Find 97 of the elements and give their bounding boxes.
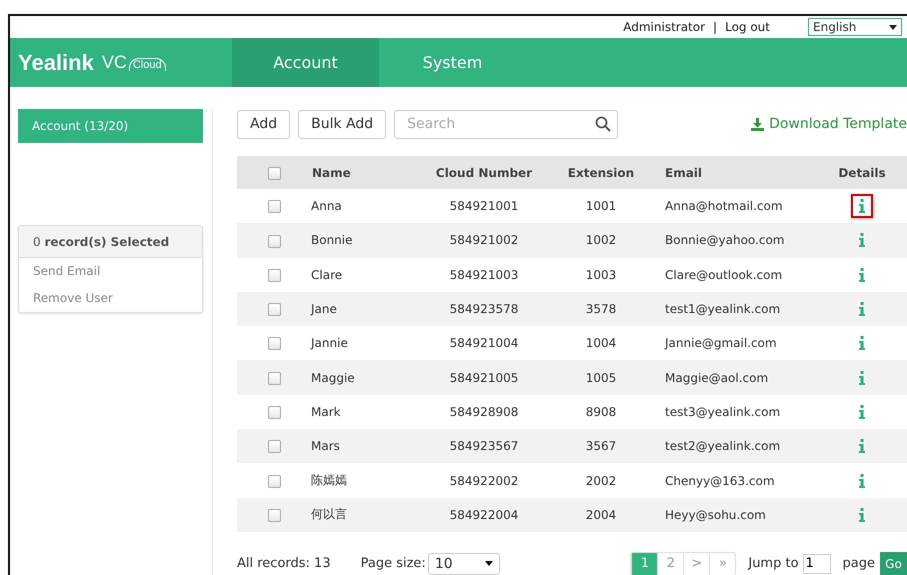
toolbar-button[interactable]: Add [237,110,290,138]
page-button[interactable]: 2 [657,552,684,575]
sidebar-item[interactable]: Account (13/20) [18,109,203,143]
table-cell: 3567 [586,439,616,454]
go-button[interactable]: Go [880,552,907,575]
table-cell: 584921002 [450,233,518,248]
row-checkbox[interactable] [268,372,280,385]
page-size-select[interactable]: 10 [428,552,500,575]
table-cell: Clare@outlook.com [665,268,782,282]
info-icon [858,508,866,522]
table-cell: 1005 [586,370,616,385]
table-cell: 584923567 [450,439,518,454]
table-cell: Maggie [311,370,355,385]
table-cell: 1002 [586,233,616,248]
language-select[interactable]: English [808,18,902,36]
info-icon [858,370,866,385]
table-cell: Mark [311,404,341,419]
logout-link[interactable]: Log out [725,20,770,34]
table-cell: 1001 [586,199,616,214]
info-icon [858,268,866,282]
download-icon [751,118,764,130]
table-cell: Heyy@sohu.com [665,508,766,522]
table-cell: 584921004 [450,336,518,350]
table-cell: 584922002 [450,474,518,488]
info-icon [858,336,866,350]
action-item[interactable]: Remove User [19,285,202,312]
table-cell: 何以言 [311,507,347,522]
details-button[interactable] [851,194,873,218]
table-cell: 584923578 [450,302,518,316]
table-cell: 8908 [586,404,616,419]
table-cell: 陈嫣嫣 [311,473,347,488]
logo-product: VC [102,52,127,73]
page-label: page [842,556,875,572]
table-cell: 584921005 [450,370,518,385]
row-checkbox[interactable] [268,337,280,350]
table-cell: 584928908 [450,404,518,419]
info-icon [858,404,866,419]
info-icon [858,302,866,316]
table-cell: Clare [311,268,342,282]
download-template-link[interactable]: Download Template [751,116,907,132]
table-cell: Bonnie [311,233,353,248]
jump-label: Jump to [748,556,799,572]
table-cell: 2004 [586,508,616,522]
table-cell: 584921001 [450,199,518,214]
table-cell: Chenyy@163.com [665,474,775,488]
search-icon [595,116,612,132]
table-cell: Mars [311,439,340,454]
column-header: Name [312,166,351,180]
row-checkbox[interactable] [268,440,280,454]
logo-brand: Yealink [18,50,94,76]
table-cell: Jannie@gmail.com [665,336,777,350]
table-cell: 1004 [586,336,616,350]
table-cell: 2002 [586,474,616,488]
table-cell: Jannie [311,336,348,350]
table-cell: 584921003 [450,268,518,282]
row-checkbox[interactable] [268,406,280,420]
row-checkbox[interactable] [268,474,280,488]
table-cell: Anna [311,199,342,214]
search-field[interactable]: Search [394,110,618,138]
info-icon [858,474,866,488]
table-cell: test3@yealink.com [665,404,780,419]
jump-input[interactable]: 1 [802,554,831,574]
page-button[interactable]: 1 [631,552,658,575]
row-checkbox[interactable] [268,268,280,282]
nav-tab[interactable]: Account [232,38,379,87]
table-cell: test1@yealink.com [665,302,780,316]
action-item[interactable]: Send Email [19,258,202,285]
table-cell: Anna@hotmail.com [665,199,783,214]
user-name: Administrator [623,20,706,34]
row-checkbox[interactable] [268,234,280,248]
row-checkbox[interactable] [268,508,280,522]
page-button[interactable]: > [683,552,710,575]
table-cell: Maggie@aol.com [665,370,768,385]
toolbar-button[interactable]: Bulk Add [298,110,386,138]
selection-count: 0 record(s) Selected [33,234,170,248]
column-header: Extension [568,166,634,180]
nav-tab[interactable]: System [379,38,526,87]
table-cell: Jane [311,302,337,316]
info-icon [858,233,866,248]
table-cell: Bonnie@yahoo.com [665,233,784,248]
table-cell: 584922004 [450,508,518,522]
table-cell: test2@yealink.com [665,439,780,454]
table-cell: 1003 [586,268,616,282]
records-count: All records: 13 [237,556,331,572]
table-cell: 3578 [586,302,616,316]
info-icon [858,439,866,454]
row-checkbox[interactable] [268,200,280,214]
info-icon [858,199,866,214]
page-size-label: Page size: [360,556,426,572]
logo-sub: Cloud [128,58,166,71]
column-header: Cloud Number [436,166,532,180]
row-checkbox[interactable] [268,303,280,316]
separator: | [713,20,718,34]
column-header: Details [838,166,886,180]
page-button[interactable]: » [709,552,736,575]
header-checkbox[interactable] [268,166,280,180]
column-header: Email [665,166,702,180]
